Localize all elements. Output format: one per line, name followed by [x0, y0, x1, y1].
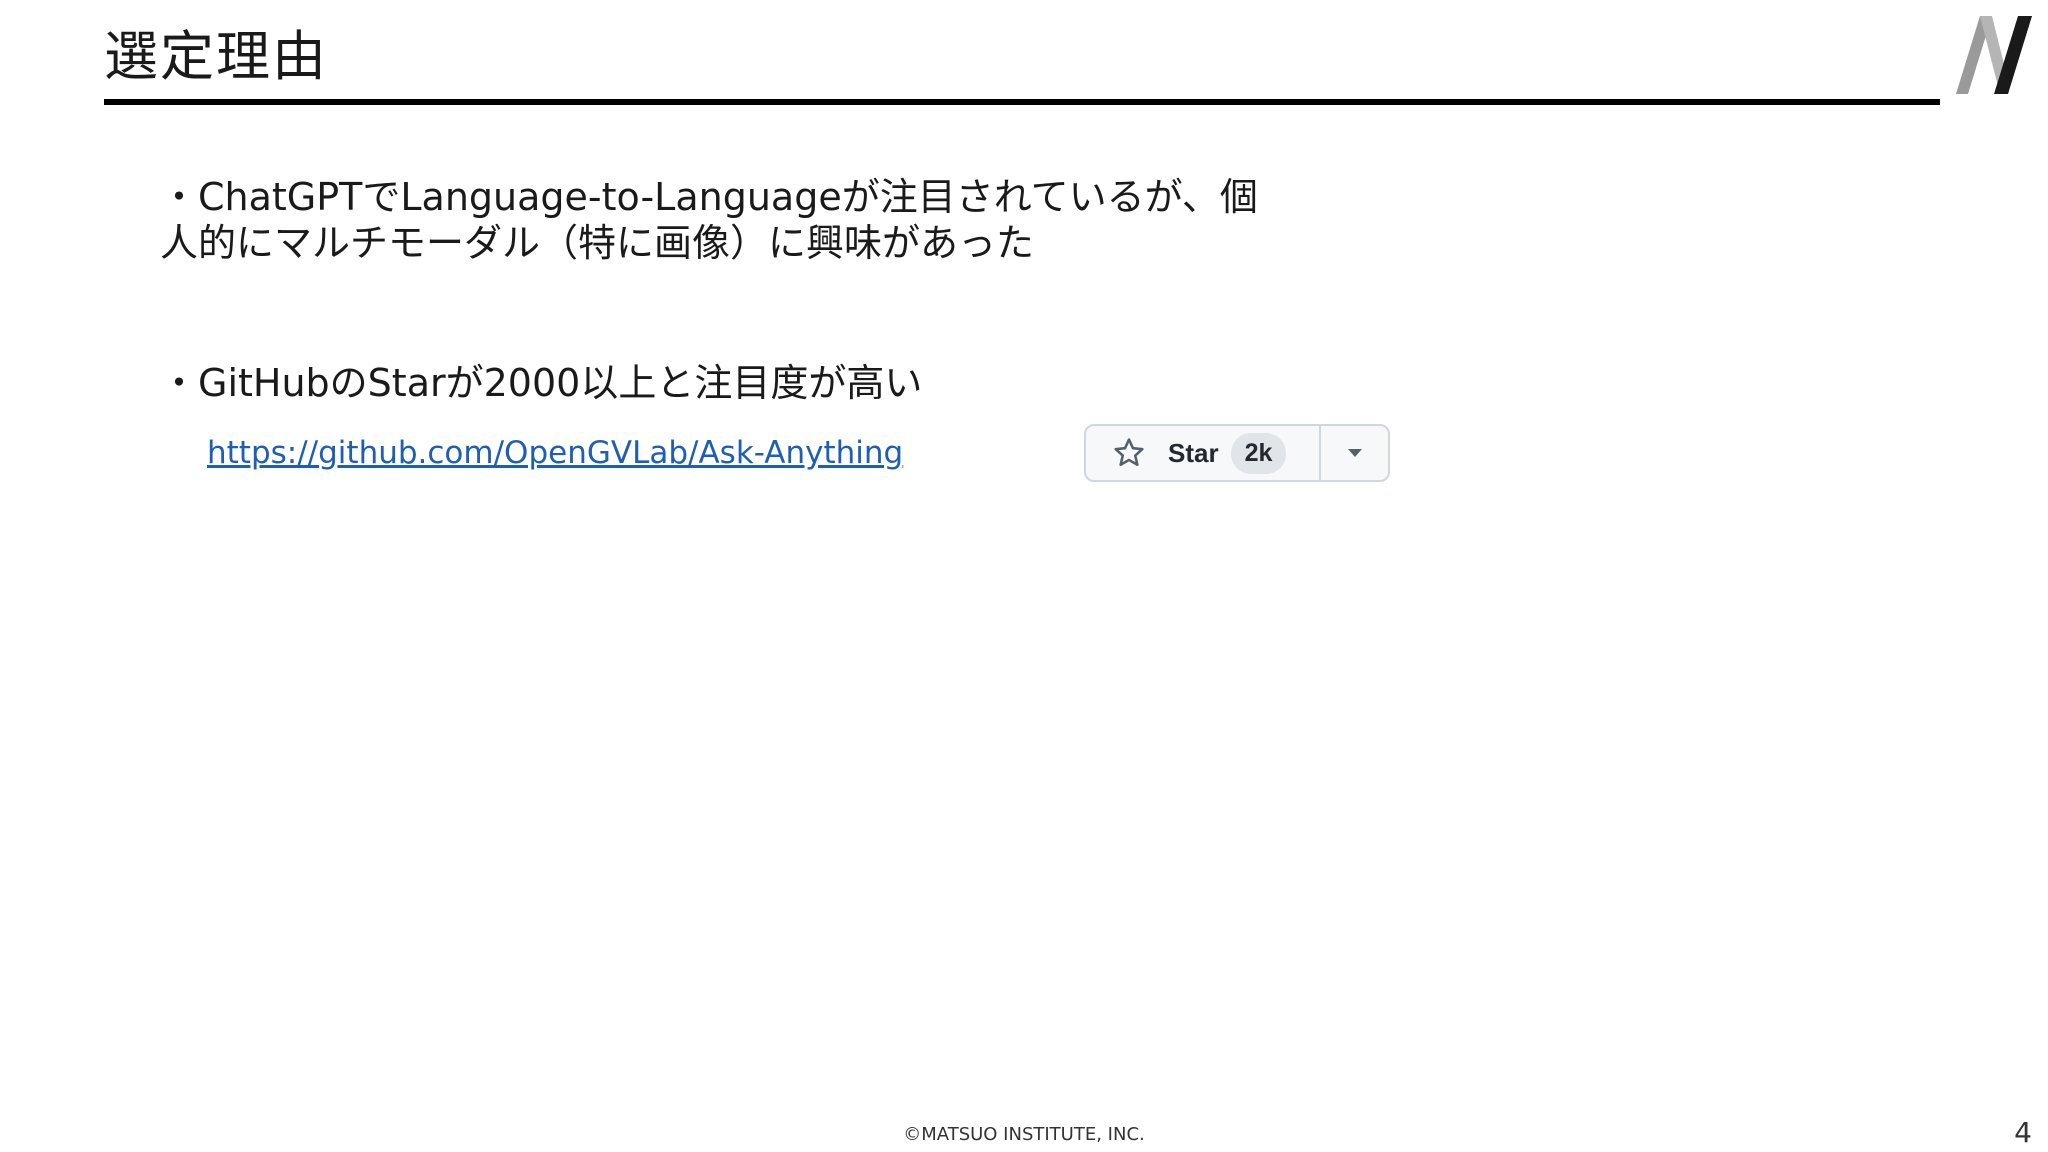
bullet-reason-multimodal: ・ChatGPTでLanguage-to-Languageが注目されているが、個…	[160, 175, 1258, 265]
copyright-footer: ©MATSUO INSTITUTE, INC.	[903, 1124, 1145, 1145]
matsuo-institute-logo	[1956, 16, 2032, 94]
slide: 選定理由 ・ChatGPTでLanguage-to-Languageが注目されて…	[0, 0, 2048, 1152]
github-star-widget: Star 2k	[1084, 424, 1390, 482]
star-outline-icon	[1114, 438, 1144, 467]
bullet-reason-github-stars: ・GitHubのStarが2000以上と注目度が高い	[160, 361, 923, 405]
caret-down-icon	[1347, 449, 1362, 457]
title-underline	[104, 99, 1940, 105]
star-button[interactable]: Star 2k	[1086, 426, 1321, 480]
star-label: Star	[1168, 437, 1219, 468]
star-dropdown-button[interactable]	[1321, 426, 1388, 480]
star-count-badge: 2k	[1230, 432, 1287, 474]
page-number: 4	[2014, 1116, 2032, 1149]
slide-title: 選定理由	[104, 25, 328, 88]
github-repo-link[interactable]: https://github.com/OpenGVLab/Ask-Anythin…	[207, 433, 903, 473]
